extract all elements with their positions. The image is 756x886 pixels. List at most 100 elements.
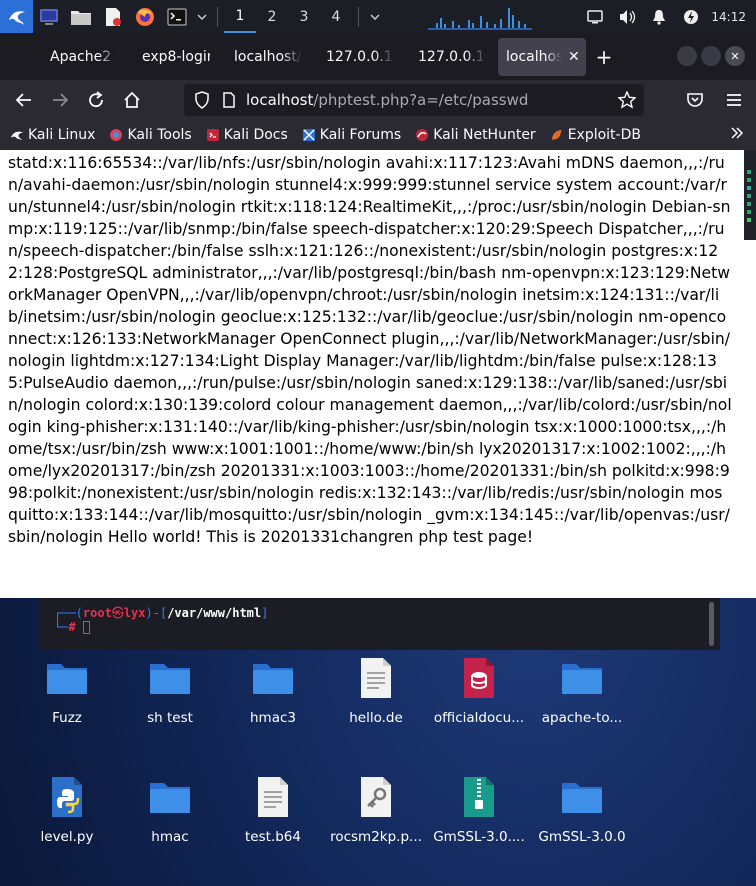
taskbar-editor-app[interactable]	[97, 0, 129, 33]
desktop-item-rocsm2kp[interactable]: rocsm2kp.p...	[326, 775, 426, 845]
terminal-cursor	[82, 621, 90, 634]
close-tab-icon[interactable]: ✕	[568, 49, 580, 65]
display-tray[interactable]	[579, 0, 611, 33]
taskbar-terminal2-app[interactable]	[161, 0, 193, 33]
notifications-tray[interactable]	[643, 0, 675, 33]
prompt-symbol: #	[68, 620, 76, 634]
reload-button[interactable]	[78, 84, 114, 116]
shield-icon[interactable]	[194, 91, 210, 109]
taskbar-menu-arrow[interactable]	[193, 0, 211, 33]
desktop-item-label: Fuzz	[52, 710, 82, 726]
folder-icon	[562, 664, 602, 694]
terminal-scrollbar[interactable]	[709, 602, 714, 646]
kali-forums-icon	[302, 128, 316, 142]
bookmark-kali-docs[interactable]: Kali Docs	[206, 127, 288, 143]
power-bolt-icon	[684, 9, 699, 24]
bookmark-kali-linux[interactable]: Kali Linux	[10, 127, 95, 143]
prompt-host: lyx	[123, 606, 146, 620]
pocket-button[interactable]	[677, 84, 713, 116]
workspace-3[interactable]: 3	[288, 0, 320, 33]
bookmark-label: Kali NetHunter	[433, 127, 536, 143]
chevron-down-icon	[370, 13, 380, 20]
bookmark-label: Kali Forums	[319, 127, 402, 143]
window-list-button[interactable]	[365, 0, 385, 33]
tab-label: localhost	[506, 49, 562, 65]
desktop-item-hello-de[interactable]: hello.de	[326, 656, 426, 726]
desktop-item-hmac[interactable]: hmac	[120, 775, 220, 845]
workspace-2[interactable]: 2	[256, 0, 288, 33]
system-tray: 14:12	[579, 0, 756, 33]
terminal-window[interactable]: ┌──(root㉿lyx)-[/var/www/html] └─#	[40, 598, 720, 650]
panel-separator	[358, 6, 359, 27]
home-icon	[124, 91, 140, 108]
tab-apache2[interactable]: Apache2 D	[38, 38, 130, 76]
tab-label: 127.0.0.1/lo	[326, 49, 394, 65]
power-tray[interactable]	[675, 0, 707, 33]
workspace-4[interactable]: 4	[320, 0, 352, 33]
tab-exp8-login[interactable]: exp8-login	[130, 38, 222, 76]
text-file-icon	[361, 658, 391, 698]
prompt-cwd: /var/www/html	[167, 606, 262, 620]
workspace-1[interactable]: 1	[224, 0, 256, 33]
desktop-item-test-b64[interactable]: test.b64	[223, 775, 323, 845]
more-bookmarks-button[interactable]	[730, 126, 744, 144]
tab-127-0-0-1-a[interactable]: 127.0.0.1/lo	[314, 38, 406, 76]
cpu-graph-icon	[428, 8, 532, 30]
bookmark-kali-tools[interactable]: Kali Tools	[109, 127, 192, 143]
desktop-item-gmssl-folder[interactable]: GmSSL-3.0.0	[532, 775, 632, 845]
side-window-edge	[744, 150, 756, 240]
new-tab-button[interactable]: +	[586, 38, 622, 76]
chevron-down-icon	[197, 13, 207, 20]
volume-tray[interactable]	[611, 0, 643, 33]
desktop-item-level-py[interactable]: level.py	[17, 775, 117, 845]
folder-icon	[150, 664, 190, 694]
panel-separator	[217, 6, 218, 27]
text-file-icon	[258, 777, 288, 817]
desktop-item-sh-test[interactable]: sh test	[120, 656, 220, 726]
desktop-item-label: sh test	[147, 710, 193, 726]
url-bar[interactable]: localhost /phptest.php?a=/etc/passwd	[184, 84, 644, 116]
prompt-user: root	[82, 606, 112, 620]
terminal-icon	[167, 8, 187, 25]
minimize-button[interactable]	[677, 46, 697, 66]
reload-icon	[89, 91, 103, 108]
maximize-button[interactable]	[701, 46, 721, 66]
bookmark-kali-forums[interactable]: Kali Forums	[302, 127, 401, 143]
terminal-input-line[interactable]: └─#	[54, 620, 90, 634]
tab-127-0-0-1-b[interactable]: 127.0.0.1/lo	[406, 38, 498, 76]
folder-icon	[71, 10, 91, 25]
app-menu-button[interactable]	[716, 84, 752, 116]
home-button[interactable]	[114, 84, 150, 116]
desktop-item-label: hmac	[151, 829, 189, 845]
kali-tools-icon	[109, 128, 123, 142]
forward-button[interactable]	[42, 84, 78, 116]
panel-clock[interactable]: 14:12	[707, 10, 756, 24]
prompt-at: ㉿	[111, 606, 124, 620]
back-button[interactable]	[6, 84, 42, 116]
bookmark-star-icon[interactable]	[618, 91, 636, 109]
desktop-item-gmssl-archive[interactable]: GmSSL-3.0....	[429, 775, 529, 845]
folder-icon	[47, 664, 87, 694]
desktop-item-apache-to[interactable]: apache-to...	[532, 656, 632, 726]
bookmarks-toolbar: Kali Linux Kali Tools Kali Docs Kali For…	[0, 120, 756, 150]
desktop-item-hmac3[interactable]: hmac3	[223, 656, 323, 726]
bookmark-exploit-db[interactable]: Exploit-DB	[550, 127, 641, 143]
tab-localhost-p[interactable]: localhost/p	[222, 38, 314, 76]
desktop-item-officialdocu[interactable]: officialdocu...	[429, 656, 529, 726]
desktop-item-label: test.b64	[245, 829, 301, 845]
taskbar-firefox-app[interactable]	[129, 0, 161, 33]
tab-label: exp8-login	[142, 49, 210, 65]
monitor-icon	[40, 8, 58, 25]
desktop-item-fuzz[interactable]: Fuzz	[17, 656, 117, 726]
bookmark-kali-nethunter[interactable]: Kali NetHunter	[415, 127, 536, 143]
bookmark-label: Exploit-DB	[567, 127, 641, 143]
kali-menu-button[interactable]	[0, 0, 33, 33]
close-icon: ✕	[730, 49, 740, 63]
taskbar-terminal-app[interactable]	[33, 0, 65, 33]
chevron-double-right-icon	[731, 127, 744, 139]
taskbar-files-app[interactable]	[65, 0, 97, 33]
page-icon[interactable]	[222, 92, 236, 108]
tab-label: localhost/p	[234, 49, 302, 65]
tab-localhost-active[interactable]: localhost ✕	[498, 38, 586, 76]
close-window-button[interactable]: ✕	[725, 46, 745, 66]
